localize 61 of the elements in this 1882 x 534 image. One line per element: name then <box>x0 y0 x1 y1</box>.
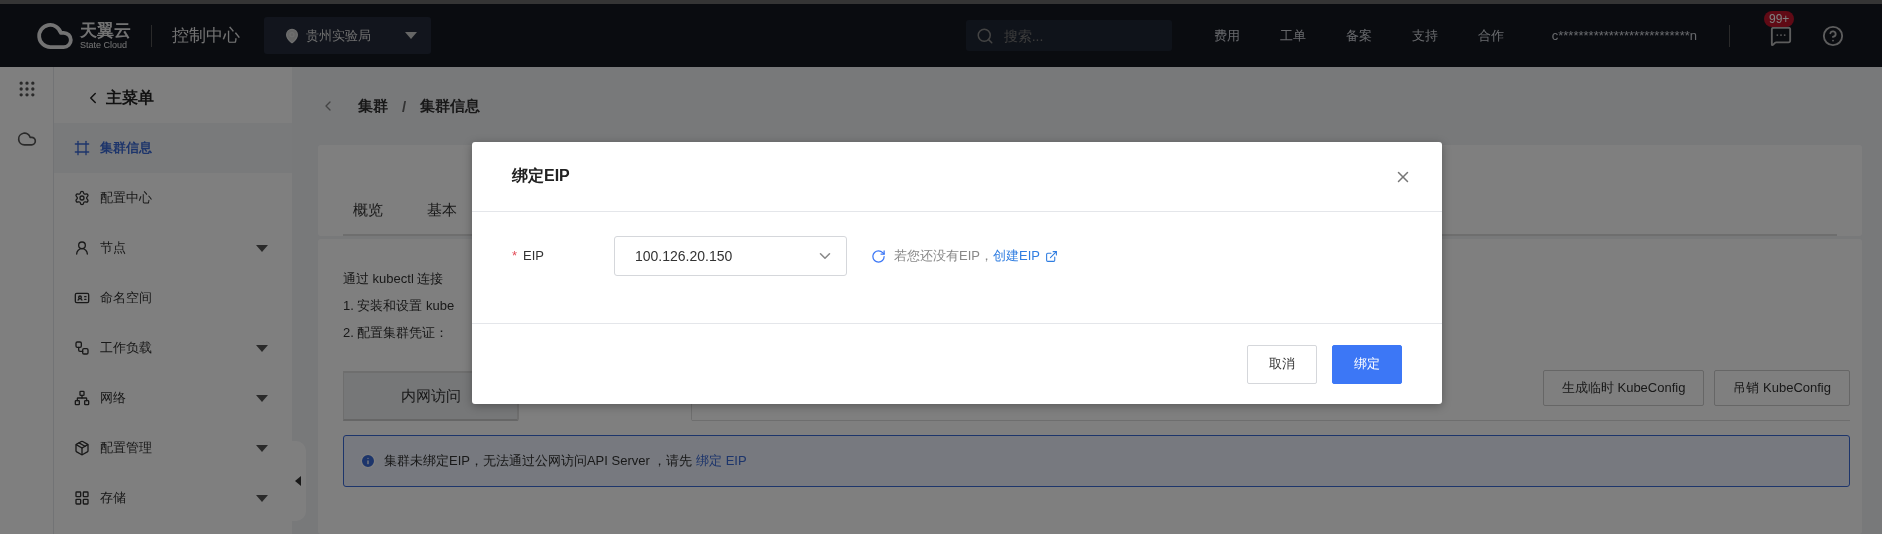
package-icon <box>74 440 90 456</box>
tab[interactable]: 概览 <box>353 201 383 236</box>
logo-subtitle: State Cloud <box>80 40 129 50</box>
info-icon <box>360 453 376 469</box>
cloud-icon[interactable] <box>16 129 37 149</box>
message-icon[interactable] <box>1770 24 1792 47</box>
nav-link[interactable]: 合作 <box>1477 26 1504 45</box>
nav-link[interactable]: 备案 <box>1345 26 1372 45</box>
field-label: * EIP <box>512 247 546 265</box>
person-icon <box>74 240 90 256</box>
external-link-icon <box>1044 249 1058 263</box>
message-count: 99+ <box>1764 10 1795 27</box>
alert-text: 集群未绑定EIP，无法通过公网访问API Server ，请先 绑定 EIP <box>384 452 747 470</box>
main-menu-label: 主菜单 <box>106 87 154 108</box>
cluster-icon <box>74 140 90 156</box>
bind-button[interactable]: 绑定 <box>1332 344 1402 384</box>
grid-icon <box>74 490 90 506</box>
sidebar-item-label: 命名空间 <box>100 289 152 307</box>
cancel-button[interactable]: 取消 <box>1247 344 1317 384</box>
breadcrumb-item: 集群信息 <box>420 96 481 116</box>
pin-icon <box>284 27 300 44</box>
sidebar-item-label: 工作负载 <box>100 339 152 357</box>
gear-icon <box>74 190 90 206</box>
instruction-line: 通过 kubectl 连接 <box>343 270 445 288</box>
instruction-line: 1. 安装和设置 kube <box>343 297 456 315</box>
eip-select[interactable]: 100.126.20.150 <box>614 236 847 276</box>
network-icon <box>74 390 90 406</box>
region-select[interactable]: 贵州实验局 <box>264 17 431 54</box>
nav-link[interactable]: 工单 <box>1279 26 1306 45</box>
help-icon[interactable] <box>1822 24 1844 47</box>
kubeconfig-button[interactable]: 生成临时 KubeConfig <box>1542 370 1705 406</box>
dialog-title: 绑定EIP <box>512 166 570 186</box>
sidebar-item-label: 网络 <box>100 389 126 407</box>
sidebar-item-label: 存储 <box>100 489 126 507</box>
refresh-icon[interactable] <box>871 248 886 264</box>
sidebar-item-label: 配置中心 <box>100 189 152 207</box>
kubeconfig-button[interactable]: 吊销 KubeConfig <box>1714 370 1850 406</box>
workflow-icon <box>74 340 90 356</box>
console-title: 控制中心 <box>172 25 240 47</box>
breadcrumb-separator: / <box>402 97 407 115</box>
instruction-line: 2. 配置集群凭证： <box>343 324 450 342</box>
nav-link[interactable]: 支持 <box>1411 26 1438 45</box>
tab[interactable]: 基本 <box>427 201 457 236</box>
hint-text: 若您还没有EIP， <box>894 247 993 265</box>
sidebar-item[interactable]: 集群信息 <box>54 123 292 173</box>
user-name[interactable]: c**************************n <box>1551 28 1697 43</box>
back-to-main-menu[interactable]: 主菜单 <box>54 73 292 123</box>
collapse-handle[interactable] <box>290 441 306 521</box>
collapse-arrow-icon <box>295 476 301 486</box>
nav-link[interactable]: 费用 <box>1213 26 1240 45</box>
sidebar-item-label: 配置管理 <box>100 439 152 457</box>
sidebar-item-label: 集群信息 <box>100 139 152 157</box>
search-icon <box>975 26 994 45</box>
caret-icon <box>405 32 417 39</box>
region-name: 贵州实验局 <box>306 26 371 45</box>
bind-eip-link[interactable]: 绑定 EIP <box>696 453 747 468</box>
create-eip-link[interactable]: 创建EIP <box>992 247 1058 265</box>
breadcrumb-item[interactable]: 集群 <box>358 96 388 116</box>
sidebar-item-label: 节点 <box>100 239 126 257</box>
logo-name: 天翼云 <box>80 21 131 39</box>
card-icon <box>74 290 90 306</box>
